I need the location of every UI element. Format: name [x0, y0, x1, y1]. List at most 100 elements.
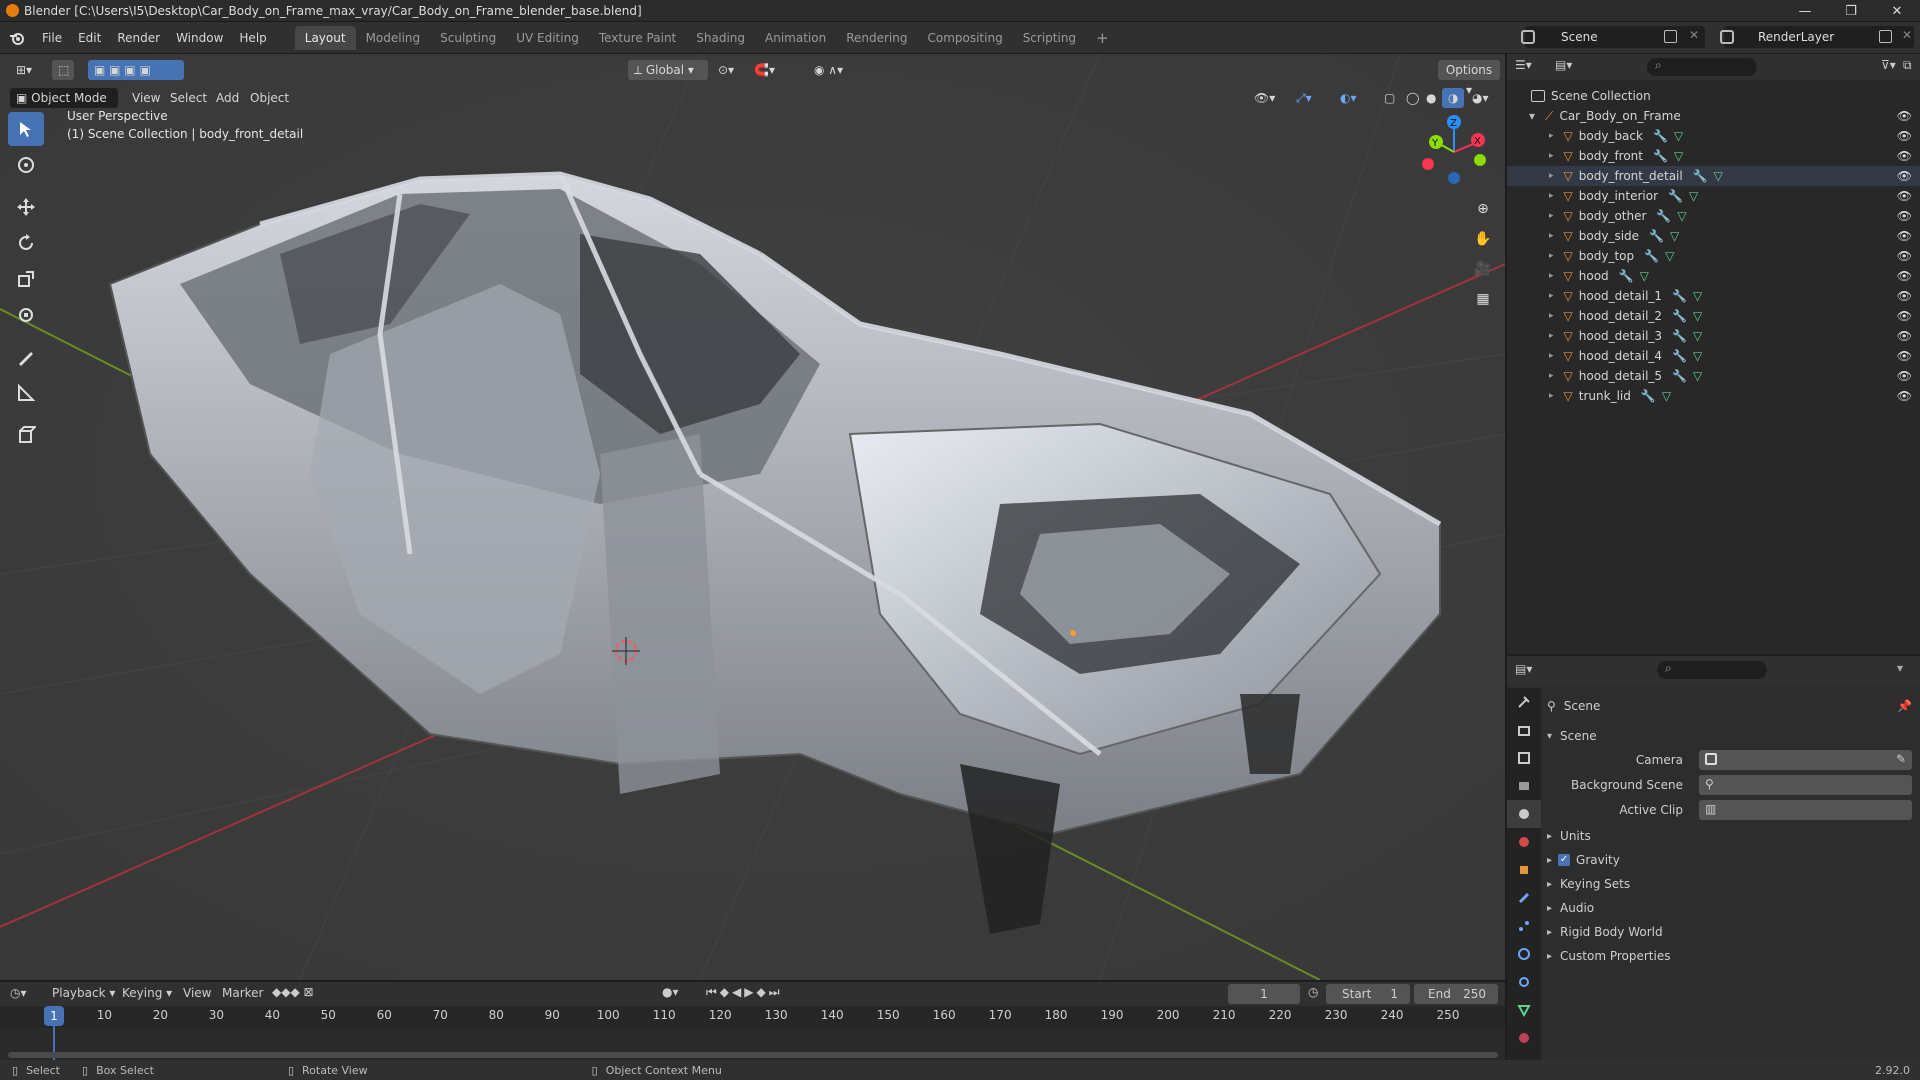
modifier-icon[interactable]: 🔧: [1653, 129, 1668, 143]
visibility-eye-icon[interactable]: 👁: [1897, 369, 1912, 383]
visibility-eye-icon[interactable]: 👁: [1897, 109, 1912, 123]
tab-uv-editing[interactable]: UV Editing: [506, 26, 589, 50]
section-gravity[interactable]: ▸ ✓ Gravity: [1547, 848, 1912, 872]
tab-sculpting[interactable]: Sculpting: [430, 26, 506, 50]
outliner-row-object[interactable]: ▸ ▽ body_other 🔧 ▽ 👁: [1507, 206, 1920, 226]
rendered-shading-icon[interactable]: ◕▾: [1466, 88, 1495, 108]
mesh-data-icon[interactable]: ▽: [1674, 129, 1683, 143]
scene-tab-icon[interactable]: [1507, 800, 1541, 828]
particles-tab-icon[interactable]: [1507, 912, 1541, 940]
data-tab-icon[interactable]: [1507, 996, 1541, 1024]
object-tab-icon[interactable]: [1507, 856, 1541, 884]
outliner-row-object[interactable]: ▸ ▽ body_front_detail 🔧 ▽ 👁: [1507, 166, 1920, 186]
unlink-scene-icon[interactable]: ✕: [1689, 28, 1699, 42]
mesh-data-icon[interactable]: ▽: [1693, 329, 1702, 343]
active-clip-field[interactable]: ▥: [1699, 800, 1912, 820]
expand-arrow-icon[interactable]: ▾: [1529, 109, 1535, 123]
scene-selector[interactable]: Scene ✕: [1521, 26, 1705, 48]
filter-icon[interactable]: ⊽▾: [1881, 58, 1896, 72]
outliner-row-object[interactable]: ▸ ▽ trunk_lid 🔧 ▽ 👁: [1507, 386, 1920, 406]
outliner-row-scene-collection[interactable]: Scene Collection: [1507, 86, 1920, 106]
gizmo-toggle-icon[interactable]: ⤢▾: [1290, 88, 1318, 108]
gravity-checkbox[interactable]: ✓: [1558, 854, 1571, 866]
transform-tool[interactable]: [8, 298, 44, 332]
keyframe-icons[interactable]: ◆◆◆ ⊠: [272, 985, 314, 999]
mesh-data-icon[interactable]: ▽: [1674, 149, 1683, 163]
render-layer-selector[interactable]: RenderLayer ✕: [1720, 26, 1914, 48]
overlays-icon[interactable]: ◐▾: [1334, 88, 1363, 108]
visibility-eye-icon[interactable]: 👁: [1897, 149, 1912, 163]
panel-options-icon[interactable]: ▾: [1897, 661, 1903, 675]
expand-arrow-icon[interactable]: ▸: [1549, 131, 1554, 141]
expand-arrow-icon[interactable]: ▸: [1549, 311, 1554, 321]
outliner-row-object[interactable]: ▸ ▽ body_side 🔧 ▽ 👁: [1507, 226, 1920, 246]
timeline-frame-area[interactable]: 1102030405060708090100110120130140150160…: [0, 1006, 1505, 1060]
mesh-data-icon[interactable]: ▽: [1693, 309, 1702, 323]
menu-file[interactable]: File: [34, 26, 70, 50]
expand-arrow-icon[interactable]: ▸: [1549, 391, 1554, 401]
add-workspace-button[interactable]: +: [1086, 26, 1119, 50]
section-audio[interactable]: ▸ Audio: [1547, 896, 1912, 920]
outliner-row-object[interactable]: ▸ ▽ hood 🔧 ▽ 👁: [1507, 266, 1920, 286]
blender-menu-icon[interactable]: [0, 30, 34, 46]
visibility-eye-icon[interactable]: 👁: [1897, 389, 1912, 403]
section-units[interactable]: ▸ Units: [1547, 824, 1912, 848]
modifier-icon[interactable]: 🔧: [1619, 269, 1634, 283]
tab-animation[interactable]: Animation: [755, 26, 836, 50]
menu-keying[interactable]: Keying ▾: [122, 986, 172, 1000]
expand-arrow-icon[interactable]: ▸: [1549, 291, 1554, 301]
zoom-icon[interactable]: ⊕: [1470, 194, 1496, 224]
material-tab-icon[interactable]: [1507, 1024, 1541, 1052]
physics-tab-icon[interactable]: [1507, 940, 1541, 968]
end-frame-field[interactable]: End 250: [1414, 984, 1498, 1004]
visibility-icon[interactable]: 👁▾: [1248, 88, 1281, 108]
modifier-icon[interactable]: 🔧: [1672, 349, 1687, 363]
scene-panel-header[interactable]: ▾ Scene: [1547, 724, 1912, 748]
snap-icon[interactable]: 🧲▾: [748, 60, 781, 80]
select-box-tool[interactable]: [8, 112, 44, 146]
tab-texture-paint[interactable]: Texture Paint: [589, 26, 686, 50]
expand-arrow-icon[interactable]: ▸: [1549, 171, 1554, 181]
viewport-scene[interactable]: [0, 54, 1505, 980]
playhead[interactable]: 1: [44, 1006, 64, 1026]
modifier-icon[interactable]: 🔧: [1649, 229, 1664, 243]
remove-render-layer-icon[interactable]: ✕: [1902, 28, 1912, 42]
proportional-edit-icon[interactable]: ◉ ∧▾: [808, 60, 849, 80]
camera-view-icon[interactable]: 🎥: [1470, 254, 1496, 284]
new-render-layer-icon[interactable]: [1879, 30, 1892, 43]
outliner-row-object[interactable]: ▸ ▽ hood_detail_1 🔧 ▽ 👁: [1507, 286, 1920, 306]
modifier-icon[interactable]: 🔧: [1693, 169, 1708, 183]
annotate-tool[interactable]: [8, 340, 44, 374]
section-keying-sets[interactable]: ▸ Keying Sets: [1547, 872, 1912, 896]
modifier-icon[interactable]: 🔧: [1672, 329, 1687, 343]
visibility-eye-icon[interactable]: 👁: [1897, 249, 1912, 263]
menu-select[interactable]: Select: [164, 88, 213, 108]
mesh-data-icon[interactable]: ▽: [1693, 289, 1702, 303]
tab-scripting[interactable]: Scripting: [1013, 26, 1086, 50]
modifier-icon[interactable]: 🔧: [1672, 369, 1687, 383]
outliner-search-input[interactable]: ⌕: [1647, 58, 1757, 76]
modifier-icon[interactable]: 🔧: [1672, 289, 1687, 303]
mesh-data-icon[interactable]: ▽: [1714, 169, 1723, 183]
material-shading-icon[interactable]: ◑: [1442, 88, 1465, 108]
pin-icon[interactable]: 📌: [1897, 699, 1912, 713]
tab-compositing[interactable]: Compositing: [917, 26, 1012, 50]
pan-hand-icon[interactable]: ✋: [1470, 224, 1496, 254]
visibility-eye-icon[interactable]: 👁: [1897, 169, 1912, 183]
display-mode-icon[interactable]: ▤▾: [1555, 58, 1572, 72]
modifier-icon[interactable]: 🔧: [1644, 249, 1659, 263]
tab-modeling[interactable]: Modeling: [356, 26, 431, 50]
section-rigid-body-world[interactable]: ▸ Rigid Body World: [1547, 920, 1912, 944]
visibility-eye-icon[interactable]: 👁: [1897, 269, 1912, 283]
preview-range-icon[interactable]: ◷: [1308, 985, 1318, 999]
menu-object[interactable]: Object: [244, 88, 295, 108]
visibility-eye-icon[interactable]: 👁: [1897, 209, 1912, 223]
expand-arrow-icon[interactable]: ▸: [1549, 151, 1554, 161]
rotate-tool[interactable]: [8, 226, 44, 260]
record-icon[interactable]: ●▾: [662, 985, 679, 999]
select-tool-icon[interactable]: ⬚: [52, 60, 74, 80]
menu-add[interactable]: Add: [210, 88, 245, 108]
menu-view[interactable]: View: [183, 986, 211, 1000]
background-scene-field[interactable]: ⚲: [1699, 775, 1912, 795]
editor-type-icon[interactable]: ⊞▾: [10, 60, 36, 80]
